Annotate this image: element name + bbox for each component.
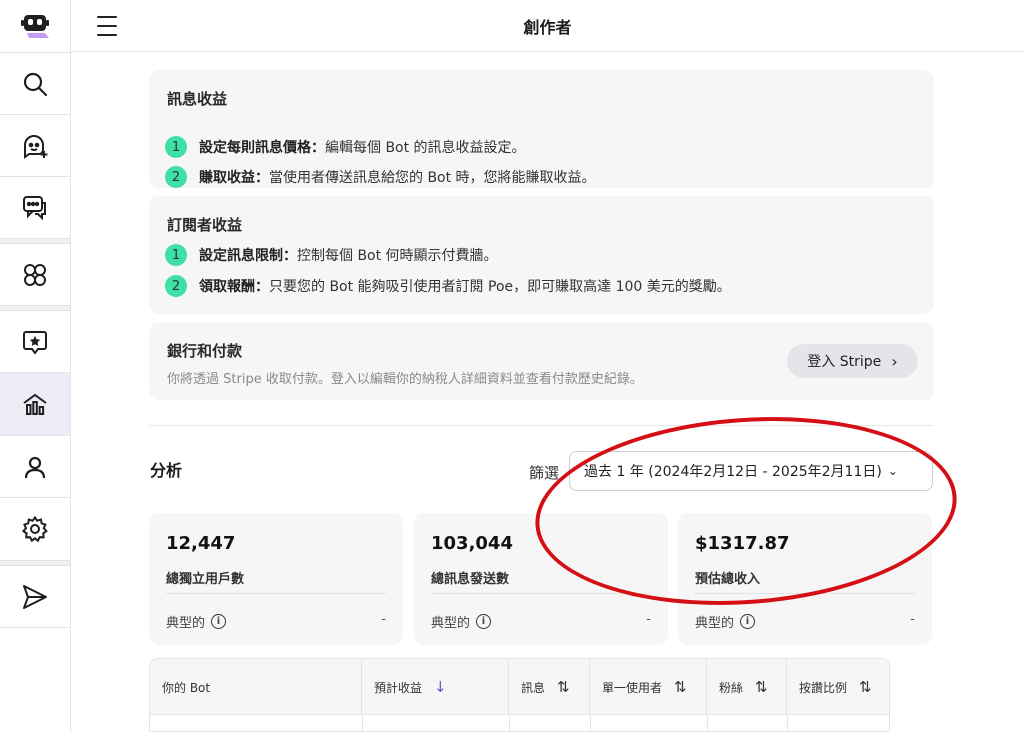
bots-table: 你的 Bot 預計收益 ↓ 訊息 ⇅ 單一使用者 ⇅ 粉絲 ⇅ 按讚比例 ⇅	[149, 658, 890, 732]
send-icon[interactable]	[0, 566, 70, 628]
analysis-title: 分析	[150, 461, 183, 480]
stat-value: $1317.87	[695, 533, 790, 554]
stat-label: 總獨立用戶數	[166, 572, 245, 587]
column-divider	[590, 715, 591, 731]
bank-payments-subtitle: 你將透過 Stripe 收取付款。登入以編輯你的納稅人詳細資料並查看付款歷史紀錄…	[167, 372, 643, 387]
step-heading: 賺取收益：	[199, 170, 269, 186]
explore-icon[interactable]	[0, 244, 70, 306]
stat-typical-value: -	[910, 612, 915, 627]
message-earnings-step-1: 1 設定每則訊息價格： 編輯每個 Bot 的訊息收益設定。	[165, 135, 526, 159]
bank-payments-title: 銀行和付款	[167, 342, 243, 360]
stat-card-messages-sent: 103,044 總訊息發送數 典型的 i -	[414, 513, 668, 645]
column-header-followers[interactable]: 粉絲 ⇅	[707, 659, 787, 715]
column-header-bot[interactable]: 你的 Bot	[150, 659, 362, 715]
step-number-badge: 2	[165, 166, 187, 188]
stat-card-estimated-revenue: $1317.87 預估總收入 典型的 i -	[678, 513, 932, 645]
step-number-badge: 1	[165, 136, 187, 158]
column-header-label: 預計收益	[374, 680, 423, 695]
stat-value: 103,044	[431, 533, 513, 554]
stripe-login-label: 登入 Stripe	[807, 354, 882, 370]
chats-icon[interactable]	[0, 177, 70, 239]
stat-divider	[695, 593, 915, 594]
step-text: 控制每個 Bot 何時顯示付費牆。	[297, 248, 498, 264]
info-icon[interactable]: i	[740, 614, 756, 629]
column-header-label: 單一使用者	[602, 680, 663, 695]
step-number-badge: 1	[165, 244, 187, 266]
page-title: 創作者	[523, 18, 572, 37]
subscriber-earnings-card: 訂閱者收益 1 設定訊息限制： 控制每個 Bot 何時顯示付費牆。 2 領取報酬…	[149, 196, 934, 314]
info-icon[interactable]: i	[476, 614, 492, 629]
table-header: 你的 Bot 預計收益 ↓ 訊息 ⇅ 單一使用者 ⇅ 粉絲 ⇅ 按讚比例 ⇅	[150, 659, 889, 715]
subscriber-earnings-step-1: 1 設定訊息限制： 控制每個 Bot 何時顯示付費牆。	[165, 243, 498, 267]
stat-card-unique-users: 12,447 總獨立用戶數 典型的 i -	[149, 513, 403, 645]
filter-label: 篩選	[529, 464, 560, 482]
stripe-login-button[interactable]: 登入 Stripe ›	[787, 344, 918, 378]
stat-typical: 典型的 i	[431, 612, 492, 631]
column-divider	[509, 715, 510, 731]
step-number-badge: 2	[165, 275, 187, 297]
sort-icon[interactable]: ⇅	[755, 678, 768, 696]
step-text: 當使用者傳送訊息給您的 Bot 時，您將能賺取收益。	[269, 170, 596, 186]
column-header-projected-earnings[interactable]: 預計收益 ↓	[362, 659, 509, 715]
bank-payments-card: 銀行和付款 你將透過 Stripe 收取付款。登入以編輯你的納稅人詳細資料並查看…	[149, 322, 934, 400]
column-divider	[362, 715, 363, 731]
stat-typical-label: 典型的	[431, 616, 471, 631]
stat-label: 預估總收入	[695, 572, 761, 587]
subscriber-earnings-step-2: 2 領取報酬： 只要您的 Bot 能夠吸引使用者訂閱 Poe，即可賺取高達 10…	[165, 274, 731, 298]
main-content: 訊息收益 1 設定每則訊息價格： 編輯每個 Bot 的訊息收益設定。 2 賺取收…	[71, 53, 1024, 732]
stat-typical-value: -	[381, 612, 386, 627]
column-divider	[707, 715, 708, 731]
stat-divider	[431, 593, 651, 594]
message-earnings-title: 訊息收益	[167, 90, 228, 108]
stat-typical: 典型的 i	[166, 612, 227, 631]
column-header-label: 訊息	[521, 680, 546, 695]
message-earnings-card: 訊息收益 1 設定每則訊息價格： 編輯每個 Bot 的訊息收益設定。 2 賺取收…	[149, 70, 934, 188]
info-icon[interactable]: i	[211, 614, 227, 629]
subscriber-earnings-title: 訂閱者收益	[167, 216, 243, 234]
settings-gear-icon[interactable]	[0, 498, 70, 560]
column-header-messages[interactable]: 訊息 ⇅	[509, 659, 590, 715]
chevron-down-icon: ⌄	[887, 464, 898, 478]
column-header-label: 你的 Bot	[162, 680, 211, 695]
sort-icon[interactable]: ⇅	[557, 678, 570, 696]
step-text: 編輯每個 Bot 的訊息收益設定。	[325, 140, 526, 156]
search-icon[interactable]	[0, 53, 70, 115]
column-header-label: 按讚比例	[799, 680, 848, 695]
date-range-select[interactable]: 過去 1 年 (2024年2月12日 - 2025年2月11日) ⌄	[569, 451, 933, 491]
chevron-right-icon: ›	[891, 351, 898, 371]
message-earnings-step-2: 2 賺取收益： 當使用者傳送訊息給您的 Bot 時，您將能賺取收益。	[165, 165, 596, 189]
stat-typical-label: 典型的	[695, 616, 735, 631]
profile-icon[interactable]	[0, 436, 70, 498]
starred-bot-icon[interactable]	[0, 311, 70, 373]
section-divider	[149, 425, 934, 426]
column-header-unique-users[interactable]: 單一使用者 ⇅	[590, 659, 707, 715]
poe-logo[interactable]	[0, 0, 70, 52]
sort-icon[interactable]: ⇅	[674, 678, 687, 696]
step-heading: 設定每則訊息價格：	[199, 140, 325, 156]
step-heading: 領取報酬：	[199, 279, 269, 295]
step-heading: 設定訊息限制：	[199, 248, 297, 264]
stat-label: 總訊息發送數	[431, 572, 510, 587]
top-header: 創作者	[71, 0, 1024, 52]
create-bot-icon[interactable]	[0, 115, 70, 177]
rail-divider	[0, 627, 70, 628]
stat-divider	[166, 593, 386, 594]
step-text: 只要您的 Bot 能夠吸引使用者訂閱 Poe，即可賺取高達 100 美元的獎勵。	[269, 279, 731, 295]
sort-descending-icon[interactable]: ↓	[434, 678, 447, 696]
stat-typical: 典型的 i	[695, 612, 756, 631]
stat-typical-label: 典型的	[166, 616, 206, 631]
column-header-like-ratio[interactable]: 按讚比例 ⇅	[787, 659, 889, 715]
left-rail	[0, 0, 71, 732]
creator-analytics-icon[interactable]	[0, 373, 70, 435]
column-divider	[787, 715, 788, 731]
stat-value: 12,447	[166, 533, 236, 554]
stat-typical-value: -	[646, 612, 651, 627]
date-range-value: 過去 1 年 (2024年2月12日 - 2025年2月11日)	[584, 464, 882, 480]
column-header-label: 粉絲	[719, 680, 744, 695]
sort-icon[interactable]: ⇅	[859, 678, 872, 696]
